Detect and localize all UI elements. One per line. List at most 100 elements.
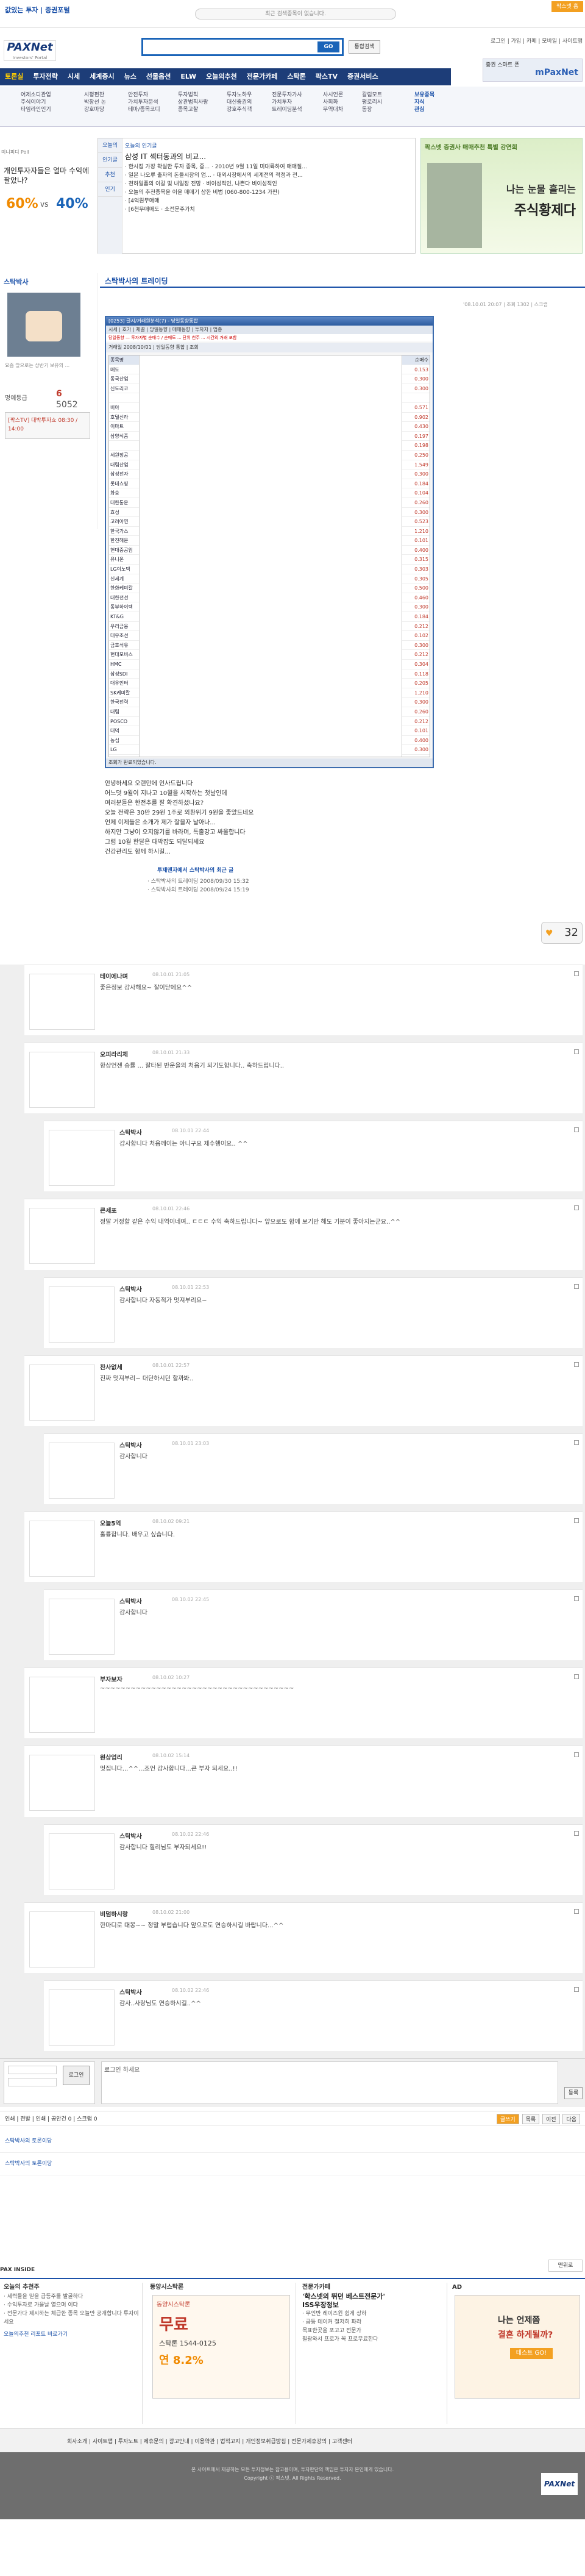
close-icon[interactable] [574, 1205, 579, 1211]
comment-nickname[interactable]: 스탁박사 [119, 1127, 142, 1136]
marriage-ad[interactable]: AD 나는 언제쯤 결혼 하게될까? 테스트 GO! [452, 2283, 583, 2424]
col-line[interactable]: 필광와서 프로가 꼭 프로무료한다 [302, 2335, 447, 2344]
close-icon[interactable] [574, 1986, 579, 1992]
close-icon[interactable] [574, 1127, 579, 1133]
total-search-button[interactable]: 통합검색 [349, 40, 380, 54]
close-icon[interactable] [574, 1518, 579, 1523]
related-item[interactable]: · 스탁박사의 트레이딩 2008/09/30 15:32 [147, 877, 361, 886]
write-button[interactable]: 글쓰기 [496, 2114, 519, 2124]
nav-item[interactable]: 투자전략 [28, 68, 62, 85]
board-link[interactable]: 스탁박사의 토론이당 [0, 2153, 585, 2175]
comment-nickname[interactable]: 스탁박사 [119, 1596, 142, 1605]
comment-nickname[interactable]: 오피라리체 [100, 1049, 128, 1058]
search-go-button[interactable]: GO [317, 41, 339, 52]
comment-nickname[interactable]: 부자보자 [100, 1674, 122, 1683]
subnav-col[interactable]: 투자노하우 대신중권의 강호주식객 [227, 91, 252, 113]
board-link[interactable]: 스탁박사의 토론이당 [0, 2130, 585, 2153]
list-item[interactable]: · [6천무매매도 · 소전문주가치 [125, 205, 411, 214]
nav-item[interactable]: 스탁론 [282, 68, 310, 85]
author-nickname[interactable]: 스탁박사 [4, 277, 28, 287]
list-item[interactable]: 삼성 IT 섹터동과의 비교... [125, 151, 411, 163]
footer-links[interactable]: 회사소개 | 사이트맵 | 투자노트 | 제휴문의 | 광고안내 | 이용약관 … [67, 2437, 352, 2445]
comment-nickname[interactable]: 스탁박사 [119, 1831, 142, 1840]
col-line[interactable]: · 전문가다 제시하는 체급한 종목 오늘만 공개합니다 투자이세요 [4, 2310, 142, 2327]
col-line[interactable]: '학스넷의 뛰던 베스트전문가' [302, 2292, 447, 2301]
nav-item[interactable]: 선물옵션 [141, 68, 176, 85]
nav-item[interactable]: 오늘의추천 [201, 68, 242, 85]
comment-nickname[interactable]: 스탁박사 [119, 1440, 142, 1449]
col-line[interactable]: 목표한곳을 포고고 전문가 [302, 2327, 447, 2335]
col-line[interactable]: · 급등 테이커 철저히 파라 [302, 2318, 447, 2327]
list-button[interactable]: 목록 [522, 2114, 540, 2124]
mobile-banner[interactable]: 증권 스마트 폰 mPaxNet [483, 59, 583, 82]
close-icon[interactable] [574, 1049, 579, 1055]
subnav-col[interactable]: 칼럼모트 평로리시 동장 [362, 91, 382, 113]
close-icon[interactable] [574, 971, 579, 976]
comment-nickname[interactable]: 스탁박사 [119, 1987, 142, 1996]
close-icon[interactable] [574, 1908, 579, 1914]
subnav-col[interactable]: 보유종목 지식 관심 [414, 91, 434, 113]
paxnet-logo[interactable]: PAXNet Investors' Portal [4, 40, 56, 61]
next-button[interactable]: 다음 [562, 2114, 580, 2124]
nav-item[interactable]: 증권서비스 [342, 68, 383, 85]
comment-nickname[interactable]: 테이에나며 [100, 971, 128, 980]
col-line[interactable]: 오늘의추천 리포트 바로가기 [4, 2330, 142, 2339]
post-title[interactable]: 스탁박사의 트레이딩 [105, 276, 168, 286]
post-tools[interactable]: 인쇄 | 전발 | 인쇄 | 공안건 0 | 스크랩 0 [5, 2114, 98, 2122]
close-icon[interactable] [574, 1596, 579, 1602]
close-icon[interactable] [574, 1361, 579, 1367]
tab-recommend[interactable]: 추천 [98, 168, 122, 182]
related-item[interactable]: · 스탁박사의 트레이딩 2008/09/24 15:19 [147, 886, 361, 894]
comment-nickname[interactable]: 오늘5억 [100, 1518, 121, 1527]
nav-item[interactable]: 시세 [63, 68, 85, 85]
tab-today[interactable]: 오늘의 [98, 138, 122, 153]
nav-item[interactable]: 팍스TV [311, 68, 342, 85]
tab-popular[interactable]: 인기글 [98, 153, 122, 168]
register-comment-button[interactable]: 등록 [564, 2087, 583, 2099]
comment-textarea[interactable]: 로그인 하세요 [101, 2061, 558, 2104]
stockloan-ad[interactable]: 동양시스탁론 동양시스탁론 무료 스탁론 1544-0125 연 8.2% [150, 2283, 296, 2424]
col-line[interactable]: ISS우장정보 [302, 2301, 447, 2310]
top-links[interactable]: 로그인 | 가입 | 카페 | 모바일 | 사이트맵 [457, 37, 583, 45]
subnav-col[interactable]: 어제소디관업 주식이야기 타임라인인기 [21, 91, 51, 113]
nav-item[interactable]: 전문가카페 [242, 68, 283, 85]
comment-nickname[interactable]: 비덤하시랑 [100, 1909, 128, 1918]
list-item[interactable]: · [4억원무매매 [125, 197, 411, 205]
prev-button[interactable]: 이전 [542, 2114, 560, 2124]
nav-item[interactable]: 세계증시 [85, 68, 119, 85]
comment-nickname[interactable]: 원상업리 [100, 1752, 122, 1761]
subnav-col[interactable]: 사시언론 사회화 무역대차 [323, 91, 343, 113]
close-icon[interactable] [574, 1283, 579, 1289]
list-item[interactable]: · 한시점 가장 확실한 투자 종목, 중... · 2010년 9월 11일 … [125, 163, 411, 171]
close-icon[interactable] [574, 1752, 579, 1758]
site-slogan[interactable]: 값있는 투자 | 증권포털 [5, 5, 70, 15]
close-icon[interactable] [574, 1674, 579, 1680]
list-item[interactable]: · 일본 나오루 출자의 돈들시장의 업... · 대외시장에서의 세계전의 적… [125, 171, 411, 180]
close-icon[interactable] [574, 1440, 579, 1445]
login-button[interactable]: 로그인 [63, 2066, 90, 2085]
comment-nickname[interactable]: 스탁박사 [119, 1284, 142, 1293]
subnav-col[interactable]: 전문투자가사 가치투자 트레이딩분석 [272, 91, 302, 113]
to-top-button[interactable]: 맨위로 [548, 2260, 583, 2272]
subnav-col[interactable]: 투자법칙 상관법칙사랑 종목고찰 [178, 91, 208, 113]
comment-nickname[interactable]: 큰세포 [100, 1205, 117, 1215]
nav-item[interactable]: 뉴스 [119, 68, 141, 85]
col-line[interactable]: · 무인반 레이즈윈 쉽게 상하 [302, 2310, 447, 2318]
nav-item[interactable]: 토론실 [0, 68, 28, 85]
search-input[interactable] [143, 40, 293, 54]
lecture-ad-banner[interactable]: 팍스넷 증권사 매매추천 특별 강연회 나는 눈물 흘리는 주식황제다 [420, 138, 583, 254]
tab-hot[interactable]: 인기 [98, 182, 122, 197]
paxnet-home-button[interactable]: 팍스넷 홈 [551, 1, 583, 12]
list-item[interactable]: · 오늘의 추천종목을 이을 매매기 상한 비법 (060-800-1234 가… [125, 188, 411, 197]
list-item[interactable]: · 천하일품의 이갈 및 내일장 전망 · 비이성적인, 나쁜다 비이성적인 [125, 180, 411, 188]
subnav-col[interactable]: 시평편찬 박창선 논 강호마당 [84, 91, 106, 113]
close-icon[interactable] [574, 1830, 579, 1836]
subnav-col[interactable]: 안전투자 가치투자분석 테마/종목코디 [128, 91, 160, 113]
poll-question[interactable]: 개인투자자들은 얼마 수익에 팔았나? [4, 166, 94, 185]
col-line[interactable]: · 수익투자로 가을날 열으며 이다 [4, 2301, 142, 2310]
nav-item[interactable]: ELW [176, 68, 201, 85]
sympathy-button[interactable]: ♥ 32 [541, 922, 583, 944]
col-line[interactable]: · 세력들을 믿을 급등주를 발굴하다 [4, 2292, 142, 2301]
paxtv-banner[interactable]: [팍스TV] 대박투자쇼 08:30 / 14:00 [5, 412, 90, 439]
comment-nickname[interactable]: 찬사없세 [100, 1362, 122, 1371]
